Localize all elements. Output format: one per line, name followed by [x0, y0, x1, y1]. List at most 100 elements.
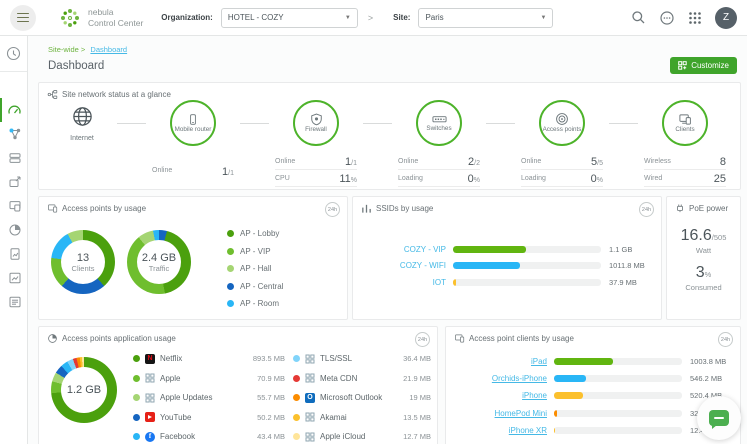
client-bar-row: HomePod Mini 32.6 MB	[454, 405, 732, 422]
ssid-usage-title: SSIDs by usage	[361, 203, 433, 214]
sidebar-item-reports[interactable]	[0, 242, 27, 266]
top-bar: nebula Control Center Organization: HOTE…	[0, 0, 747, 36]
chevron-down-icon: ▼	[533, 15, 547, 21]
bar-fill	[453, 246, 526, 253]
legend-dot	[133, 433, 140, 440]
ssids-by-usage-panel: SSIDs by usage 24h COZY - VIP 1.1 GB COZ…	[352, 196, 662, 320]
sidebar-item-dashboard[interactable]	[0, 98, 27, 122]
connector-line	[363, 123, 392, 124]
ssid-link[interactable]: COZY - VIP	[361, 245, 453, 254]
legend-item: AP - Hall	[227, 260, 283, 278]
sidebar-item-logs[interactable]	[0, 290, 27, 314]
legend-dot	[293, 355, 300, 362]
netflix-icon: N	[145, 354, 155, 364]
bar-track	[554, 375, 682, 382]
user-avatar[interactable]: Z	[715, 7, 737, 29]
monitor-icon	[8, 199, 22, 213]
poe-power-panel: PoE power 16.6/505 Watt 3% Consumed	[666, 196, 741, 320]
line-chart-icon	[8, 271, 22, 285]
legend-dot	[227, 248, 234, 255]
client-bars: iPad 1003.8 MB Orchids-iPhone 546.2 MB i…	[454, 353, 732, 439]
breadcrumb: Site-wide > Dashboard	[48, 45, 127, 54]
youtube-icon	[145, 412, 155, 422]
app-usage-title: Access points application usage	[47, 333, 176, 344]
client-link[interactable]: iPad	[454, 357, 554, 366]
time-range-badge[interactable]: 24h	[718, 332, 733, 347]
time-range-badge[interactable]: 24h	[639, 202, 654, 217]
page-title: Dashboard	[48, 60, 104, 72]
connector-line	[609, 123, 638, 124]
clients-stats: Wireless 8 Wired 25	[642, 153, 728, 187]
ap-traffic-donut-chart: 2.4 GBTraffic	[127, 230, 191, 294]
nebula-logo-icon	[58, 6, 82, 30]
site-dropdown[interactable]: Paris▼	[418, 8, 553, 28]
site-label: Site:	[393, 13, 410, 22]
app-usage-legend-col-1: N Netflix 893.5 MB Apple 70.9 MB Apple U…	[133, 349, 285, 444]
switch-icon	[432, 113, 447, 125]
ssid-bar-row: IOT 37.9 MB	[361, 274, 653, 291]
network-diagram: Internet Mobile router Firewall	[51, 97, 728, 149]
main-content: Site-wide > Dashboard Dashboard Customiz…	[28, 36, 747, 444]
breadcrumb-current-link[interactable]: Dashboard	[90, 45, 127, 54]
legend-dot	[227, 283, 234, 290]
topology-icon	[8, 127, 22, 141]
mobile-router-node[interactable]: Mobile router	[170, 100, 216, 146]
bar-fill	[554, 358, 613, 365]
sidebar-item-monitor[interactable]	[0, 194, 27, 218]
switches-node[interactable]: Switches	[416, 100, 462, 146]
outlook-icon: O	[305, 393, 315, 403]
org-site-separator: >	[368, 13, 373, 23]
organization-dropdown[interactable]: HOTEL - COZY▼	[221, 8, 358, 28]
sidebar-item-usage[interactable]	[0, 218, 27, 242]
legend-item: AP - Lobby	[227, 225, 283, 243]
ssid-bar-row: COZY - VIP 1.1 GB	[361, 241, 653, 258]
bar-chart-icon	[361, 203, 372, 214]
apps-grid-icon[interactable]	[688, 11, 702, 25]
ssid-link[interactable]: IOT	[361, 278, 453, 287]
generic-app-icon	[145, 373, 155, 383]
devices-icon	[8, 151, 22, 165]
generic-app-icon	[305, 432, 315, 442]
access-points-node[interactable]: Access points	[539, 100, 585, 146]
ssid-link[interactable]: COZY - WIFI	[361, 261, 453, 270]
sidebar-item-clients-export[interactable]	[0, 170, 27, 194]
ap-usage-title: Access points by usage	[47, 203, 146, 214]
sidebar-item-analytics[interactable]	[0, 266, 27, 290]
customize-button[interactable]: Customize	[670, 57, 737, 74]
generic-app-icon	[305, 354, 315, 364]
firewall-node[interactable]: Firewall	[293, 100, 339, 146]
time-range-badge[interactable]: 24h	[325, 202, 340, 217]
time-range-badge[interactable]: 24h	[415, 332, 430, 347]
legend-dot	[227, 230, 234, 237]
sidebar-item-topology[interactable]	[0, 122, 27, 146]
bar-fill	[554, 410, 557, 417]
mobile-router-icon	[187, 113, 199, 126]
ap-clients-donut-chart: 13Clients	[51, 230, 115, 294]
bar-track	[554, 410, 682, 417]
client-link[interactable]: iPhone XR	[454, 426, 554, 435]
app-row: Apple Updates 55.7 MB	[133, 388, 285, 408]
client-link[interactable]: Orchids-iPhone	[454, 374, 554, 383]
access-points-by-usage-panel: Access points by usage 24h 13Clients 2.4…	[38, 196, 348, 320]
support-chat-button[interactable]	[697, 396, 741, 440]
app-row: f Facebook 43.4 MB	[133, 427, 285, 444]
hamburger-menu-button[interactable]	[10, 5, 36, 31]
pie-chart-icon	[8, 223, 22, 237]
pin-sidebar-icon[interactable]	[6, 46, 21, 61]
legend-dot	[293, 414, 300, 421]
client-link[interactable]: HomePod Mini	[454, 409, 554, 418]
sidebar-item-devices[interactable]	[0, 146, 27, 170]
client-link[interactable]: iPhone	[454, 391, 554, 400]
app-row: Apple iCloud 12.7 MB	[293, 427, 431, 444]
legend-dot	[133, 355, 140, 362]
legend-dot	[133, 414, 140, 421]
search-icon[interactable]	[631, 10, 646, 25]
app-row: Akamai 13.5 MB	[293, 408, 431, 428]
gauge-icon	[7, 103, 22, 118]
legend-dot	[133, 394, 140, 401]
box-arrow-icon	[8, 175, 22, 189]
clients-node[interactable]: Clients	[662, 100, 708, 146]
generic-app-icon	[305, 373, 315, 383]
ap-usage-legend: AP - Lobby AP - VIP AP - Hall AP - Centr…	[227, 225, 283, 313]
help-feedback-icon[interactable]	[659, 10, 675, 26]
